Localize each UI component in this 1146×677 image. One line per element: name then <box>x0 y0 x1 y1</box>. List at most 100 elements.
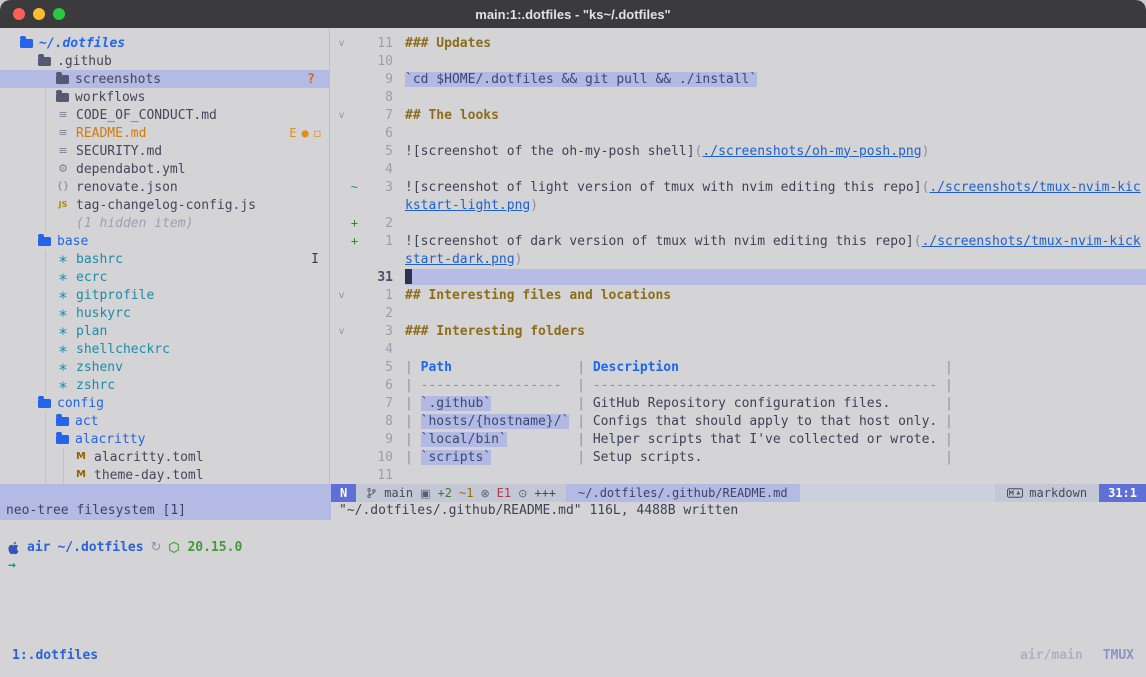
text-segment: ![screenshot of the oh-my-posh shell] <box>405 144 695 159</box>
editor-line[interactable]: 9| `local/bin` | Helper scripts that I'v… <box>335 430 1146 448</box>
text-segment: | <box>937 414 953 429</box>
text-segment: | <box>702 450 952 465</box>
editor-line[interactable]: +1![screenshot of dark version of tmux w… <box>335 232 1146 250</box>
line-number: 3 <box>361 180 405 195</box>
text-segment: ./screenshots/tmux-nvim-kick <box>922 234 1141 249</box>
prompt-path: ~/.dotfiles <box>57 540 143 555</box>
diagnostic-count: E1 <box>497 486 511 500</box>
tree-item-label: workflows <box>75 90 145 105</box>
editor-line[interactable]: 2 <box>335 304 1146 322</box>
yaml-file-icon: ⚙ <box>56 163 70 175</box>
editor-line[interactable]: +2 <box>335 214 1146 232</box>
line-content: | `scripts` | Setup scripts. | <box>405 450 953 465</box>
text-segment: ( <box>914 234 922 249</box>
editor-line[interactable]: 6| ------------------ | ----------------… <box>335 376 1146 394</box>
shell-file-icon: * <box>56 258 70 266</box>
tree-item-github[interactable]: .github <box>0 52 329 70</box>
tree-item-act[interactable]: act <box>0 412 329 430</box>
neotree-statusline-spacer <box>0 484 331 502</box>
text-segment: `hosts/{hostname}/` <box>421 414 570 429</box>
tree-item-1-hidden-item[interactable]: (1 hidden item) <box>0 214 329 232</box>
editor-line[interactable]: v11### Updates <box>335 34 1146 52</box>
git-branch-icon <box>366 487 377 499</box>
shell-file-icon: * <box>56 384 70 392</box>
tree-item-theme-day-toml[interactable]: Mtheme-day.toml <box>0 466 329 484</box>
tree-item-readme-md[interactable]: ≡README.mdE●◻ <box>0 124 329 142</box>
tree-item-tag-changelog-config-js[interactable]: JStag-changelog-config.js <box>0 196 329 214</box>
tree-item-workflows[interactable]: workflows <box>0 88 329 106</box>
editor-line[interactable]: 8 <box>335 88 1146 106</box>
editor-line[interactable]: ~3![screenshot of light version of tmux … <box>335 178 1146 196</box>
statusline-filler <box>800 484 996 502</box>
tree-item-alacritty-toml[interactable]: Malacritty.toml <box>0 448 329 466</box>
line-content: | `.github` | GitHub Repository configur… <box>405 396 953 411</box>
line-number: 7 <box>361 396 405 411</box>
editor-line[interactable]: v7## The looks <box>335 106 1146 124</box>
tree-item-zshrc[interactable]: *zshrc <box>0 376 329 394</box>
tree-item-label: config <box>57 396 104 411</box>
tree-item-zshenv[interactable]: *zshenv <box>0 358 329 376</box>
text-segment: | <box>405 432 421 447</box>
tree-item-dotfiles[interactable]: ~/.dotfiles <box>0 34 329 52</box>
text-segment: ### Interesting folders <box>405 324 585 339</box>
line-number: 10 <box>361 54 405 69</box>
editor-line[interactable]: 6 <box>335 124 1146 142</box>
shell-prompt: air ~/.dotfiles ↻ 20.15.0 <box>8 540 242 555</box>
line-content: ## Interesting files and locations <box>405 288 671 303</box>
git-branch-name: main <box>384 486 413 500</box>
editor-line[interactable]: 7| `.github` | GitHub Repository configu… <box>335 394 1146 412</box>
zoom-button[interactable] <box>53 8 65 20</box>
tree-item-security-md[interactable]: ≡SECURITY.md <box>0 142 329 160</box>
editor-line[interactable]: 11 <box>335 466 1146 484</box>
prompt-arrow[interactable]: → <box>8 558 16 573</box>
text-segment: Configs that should apply to that host o… <box>593 414 937 429</box>
titlebar[interactable]: main:1:.dotfiles - "ks~/.dotfiles" <box>0 0 1146 28</box>
git-sign: + <box>348 234 361 248</box>
editor-line[interactable]: 10 <box>335 52 1146 70</box>
node-icon <box>168 541 180 554</box>
tree-item-shellcheckrc[interactable]: *shellcheckrc <box>0 340 329 358</box>
editor-line[interactable]: 8| `hosts/{hostname}/` | Configs that sh… <box>335 412 1146 430</box>
line-content: start-dark.png) <box>405 252 522 267</box>
tree-item-ecrc[interactable]: *ecrc <box>0 268 329 286</box>
editor-line[interactable]: 4 <box>335 340 1146 358</box>
line-number: 9 <box>361 72 405 87</box>
editor-line[interactable]: start-dark.png) <box>335 250 1146 268</box>
tree-item-base[interactable]: base <box>0 232 329 250</box>
folder-icon <box>56 93 69 102</box>
editor-line[interactable]: v1## Interesting files and locations <box>335 286 1146 304</box>
tree-item-code-of-conduct-md[interactable]: ≡CODE_OF_CONDUCT.md <box>0 106 329 124</box>
line-content: ![screenshot of light version of tmux wi… <box>405 180 1141 195</box>
editor-line[interactable]: 10| `scripts` | Setup scripts. | <box>335 448 1146 466</box>
editor-line[interactable]: kstart-light.png) <box>335 196 1146 214</box>
toml-file-icon: M <box>74 451 88 463</box>
tree-item-dependabot-yml[interactable]: ⚙dependabot.yml <box>0 160 329 178</box>
close-button[interactable] <box>13 8 25 20</box>
tmux-window-item[interactable]: 1:.dotfiles <box>12 648 98 663</box>
line-content: | `local/bin` | Helper scripts that I've… <box>405 432 953 447</box>
text-segment: | <box>491 450 593 465</box>
tree-item-gitprofile[interactable]: *gitprofile <box>0 286 329 304</box>
tree-item-renovate-json[interactable]: {}renovate.json <box>0 178 329 196</box>
tree-item-config[interactable]: config <box>0 394 329 412</box>
tree-item-bashrc[interactable]: *bashrcI <box>0 250 329 268</box>
text-segment: ) <box>515 252 523 267</box>
editor-line[interactable]: 4 <box>335 160 1146 178</box>
tree-item-huskyrc[interactable]: *huskyrc <box>0 304 329 322</box>
editor-line[interactable]: 31 <box>335 268 1146 286</box>
shell-file-icon: * <box>56 330 70 338</box>
editor-line[interactable]: 5![screenshot of the oh-my-posh shell](.… <box>335 142 1146 160</box>
editor-line[interactable]: v3### Interesting folders <box>335 322 1146 340</box>
cursor-position: 31:1 <box>1099 484 1146 502</box>
text-segment: ### Updates <box>405 36 491 51</box>
editor-line[interactable]: 9`cd $HOME/.dotfiles && git pull && ./in… <box>335 70 1146 88</box>
text-segment: ) <box>530 198 538 213</box>
tree-item-alacritty[interactable]: alacritty <box>0 430 329 448</box>
fold-open-icon: v <box>335 290 348 301</box>
folder-icon <box>56 417 69 426</box>
minimize-button[interactable] <box>33 8 45 20</box>
tree-item-screenshots[interactable]: screenshots? <box>0 70 329 88</box>
tree-item-plan[interactable]: *plan <box>0 322 329 340</box>
line-number: 8 <box>361 90 405 105</box>
editor-line[interactable]: 5| Path | Description | <box>335 358 1146 376</box>
